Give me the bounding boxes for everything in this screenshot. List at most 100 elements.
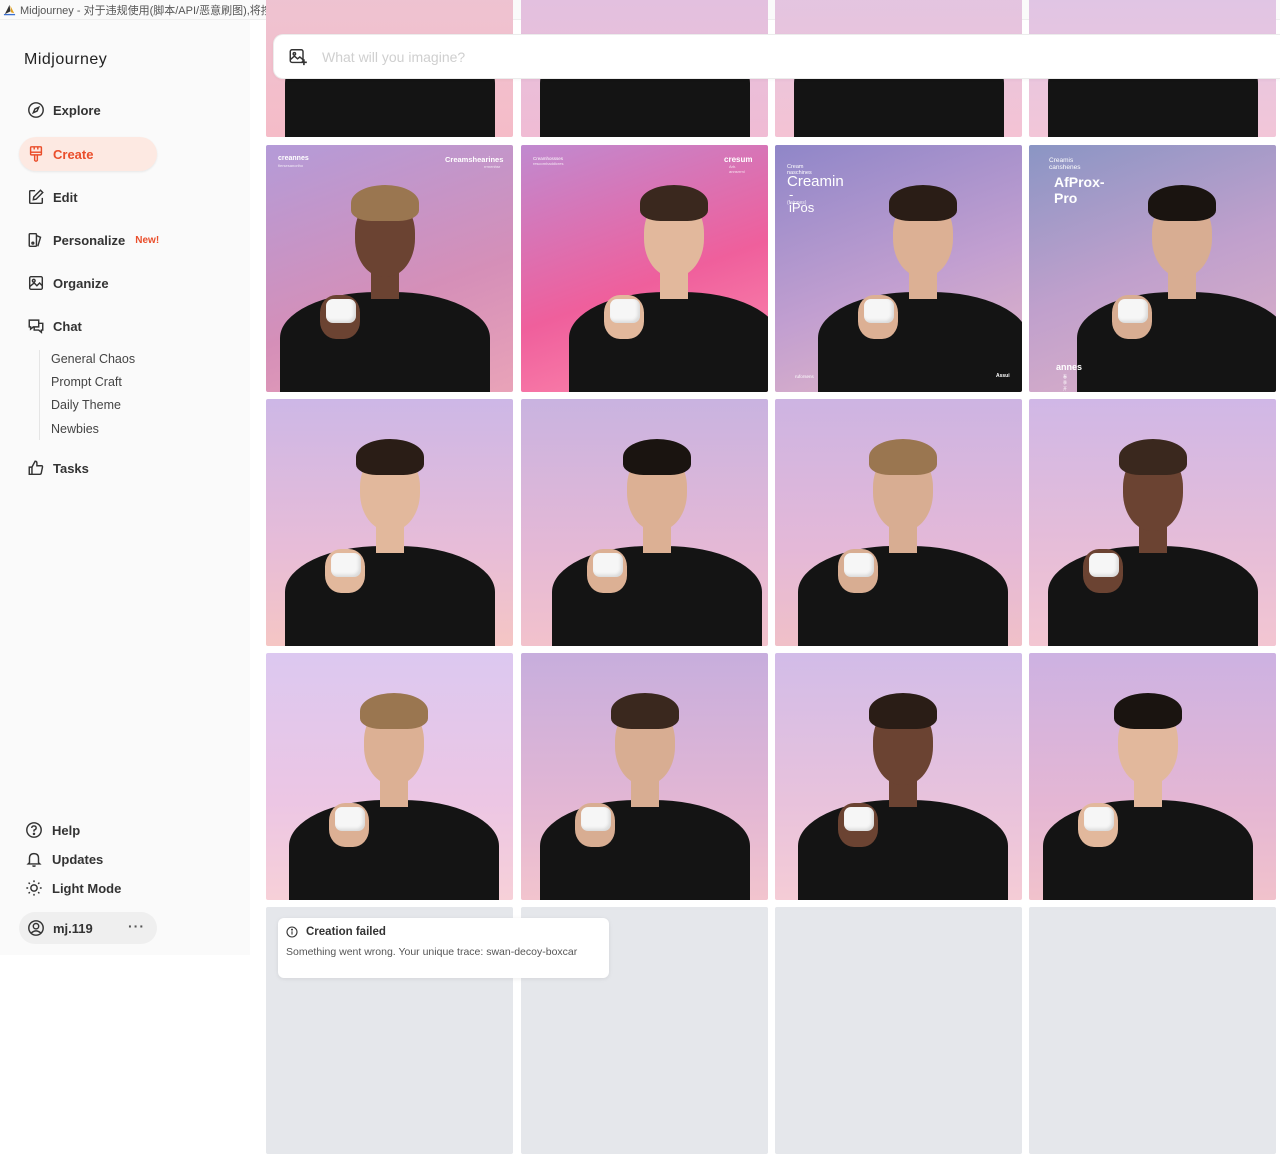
figure-hair [869,439,938,475]
personalize-icon [28,232,42,248]
help-icon [26,822,42,838]
chat-room-daily-theme[interactable]: Daily Theme [51,398,121,412]
poster-footer-text: ruforsens [795,374,814,379]
figure-sweater [818,292,1022,392]
help-label: Help [52,822,81,838]
nav-edit-label: Edit [53,189,78,205]
image-tile[interactable] [775,653,1022,900]
user-menu-more-icon[interactable]: ··· [128,918,145,934]
app-logo-icon [3,4,16,16]
nav-tasks[interactable]: Tasks [19,451,157,485]
bell-icon [26,852,42,867]
nav-explore[interactable]: Explore [19,93,157,127]
image-tile[interactable] [521,399,768,646]
poster-footer-text: annes [1056,362,1083,372]
info-icon [286,926,298,938]
prompt-bar[interactable] [273,34,1280,79]
figure-sweater [279,292,490,392]
failed-message: Something went wrong. Your unique trace:… [286,946,578,958]
figure-hair [889,185,958,221]
figure-sweater [798,800,1009,900]
figure-sweater [284,546,495,646]
figure-sweater [569,292,768,392]
figure-sweater [1047,546,1258,646]
updates-label: Updates [52,851,104,867]
poster-brand-subtext: fiersesanoriho [278,163,304,168]
figure-hair [869,693,938,729]
image-tile[interactable] [1029,399,1276,646]
figure-hair [610,693,679,729]
chat-icon [28,319,44,334]
nav-tasks-label: Tasks [53,460,89,476]
poster-kicker: Creamis [1049,157,1074,164]
poster-footer-text: 春季开启 [1063,374,1067,397]
image-tile[interactable] [266,653,513,900]
image-tile[interactable] [521,145,768,392]
brand-logo[interactable]: Midjourney [24,51,107,69]
airpods-case [325,299,356,323]
poster-subtext: (fainnes) [787,200,807,206]
image-tile[interactable] [266,145,513,392]
nav-personalize-label: Personalize [53,232,126,248]
username: mj.119 [53,920,93,936]
nav-create-label: Create [53,146,94,162]
chat-room-newbies[interactable]: Newbies [51,422,99,436]
poster-brand-subtext: Arh. annsrrrnl [729,164,745,174]
figure-sweater [1077,292,1276,392]
figure-hair [1113,693,1182,729]
chat-room-general-chaos[interactable]: General Chaos [51,352,135,366]
sidebar: Midjourney Explore Create Edit Personali… [0,20,250,955]
nav-organize-label: Organize [53,275,109,291]
prompt-input[interactable] [322,48,922,65]
airpods-case [844,553,875,577]
image-tile-placeholder[interactable] [775,907,1022,1154]
airpods-case [610,299,641,323]
figure-hair [355,439,424,475]
poster-footer-text: Assui [996,373,1010,379]
airpods-case [335,807,366,831]
paintbrush-icon [29,146,43,162]
user-account-button[interactable]: mj.119 ··· [19,912,157,944]
airpods-case [1118,299,1149,323]
airpods-case [1083,807,1114,831]
figure-hair [360,693,429,729]
failed-title: Creation failed [306,926,386,938]
nav-chat[interactable]: Chat [19,309,157,343]
compass-icon [28,102,44,118]
chat-room-prompt-craft[interactable]: Prompt Craft [51,375,122,389]
updates-link[interactable]: Updates [19,846,103,872]
figure-sweater [551,546,762,646]
light-mode-toggle[interactable]: Light Mode [19,875,121,901]
image-tile[interactable] [775,399,1022,646]
poster-kicker: canshenes [1049,164,1081,171]
nav-edit[interactable]: Edit [19,180,157,214]
poster-brand-text: cresum [724,155,753,164]
figure-hair [1148,185,1217,221]
image-tile[interactable] [1029,653,1276,900]
edit-icon [28,189,44,205]
nav-personalize[interactable]: Personalize New! [19,223,160,257]
nav-organize[interactable]: Organize [19,266,157,300]
image-tile[interactable] [266,399,513,646]
new-badge: New! [135,234,160,246]
chat-rooms-divider [39,350,40,440]
poster-brand-text: creannes [278,155,309,162]
figure-hair [1118,439,1187,475]
airpods-case [864,299,895,323]
figure-hair [640,185,709,221]
add-image-icon[interactable] [288,47,308,67]
airpods-case [1088,553,1119,577]
figure-sweater [1042,800,1253,900]
figure-sweater [289,800,500,900]
image-tile-placeholder[interactable] [1029,907,1276,1154]
user-avatar-icon [28,920,44,936]
poster-brand-subtext: rescomhaddicres [533,161,564,166]
poster-headline: AfProx-Pro [1054,174,1105,206]
light-mode-label: Light Mode [52,880,122,896]
image-tile[interactable] [521,653,768,900]
nav-create[interactable]: Create [19,137,157,171]
nav-explore-label: Explore [53,102,101,118]
help-link[interactable]: Help [19,817,80,843]
nav-chat-label: Chat [53,318,82,334]
airpods-case [844,807,875,831]
